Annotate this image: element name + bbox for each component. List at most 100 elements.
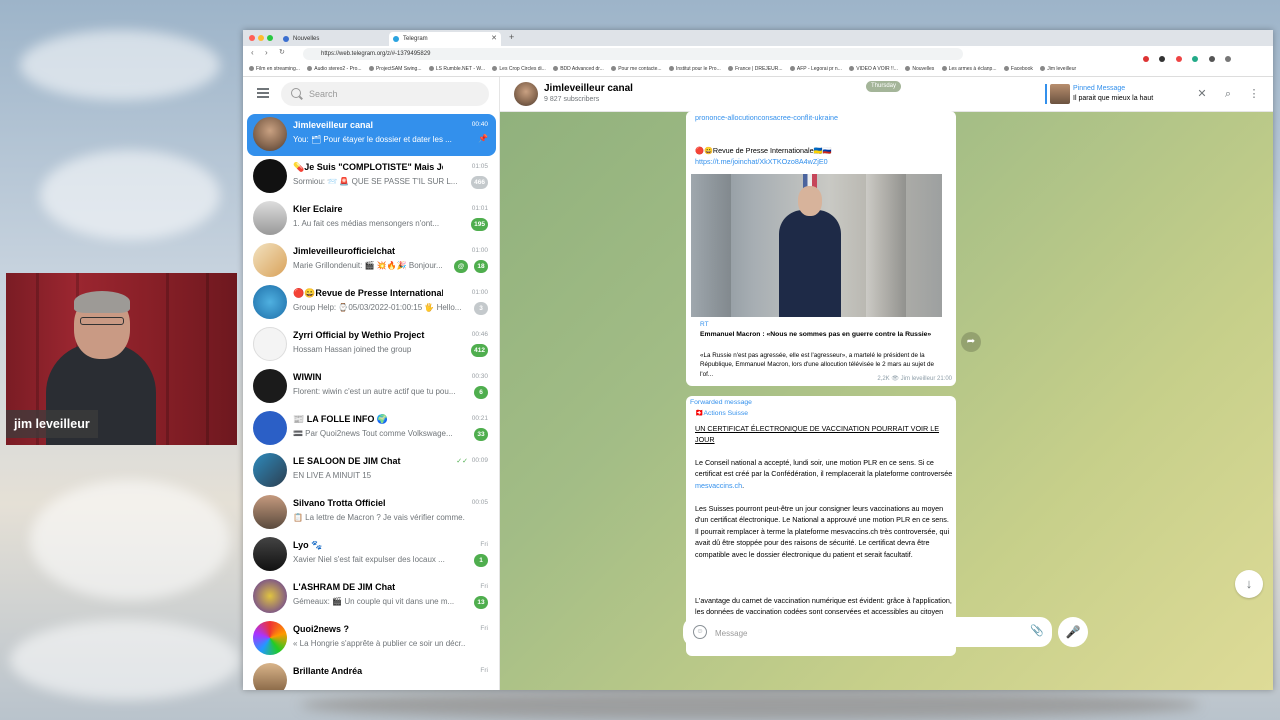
scroll-down-button[interactable]: ↓ <box>1235 570 1263 598</box>
preview-source: RT <box>700 321 709 328</box>
reload-icon[interactable]: ↻ <box>279 48 285 56</box>
chat-name: Zyrri Official by Wethio Project <box>293 330 425 340</box>
forward-icon[interactable]: › <box>265 48 268 57</box>
chat-name: L'ASHRAM DE JIM Chat <box>293 582 396 592</box>
chat-time: 01:05 <box>471 163 488 170</box>
bookmark-item[interactable]: Institut pour le Pro... <box>668 62 721 76</box>
bookmark-item[interactable]: Jim leveilleur <box>1040 62 1076 76</box>
unread-badge: 195 <box>471 218 488 231</box>
message-headline: UN CERTIFICAT ÉLECTRONIQUE DE VACCINATIO… <box>695 424 940 445</box>
message-input[interactable] <box>713 623 1007 643</box>
channel-avatar[interactable] <box>514 82 538 106</box>
message-bubble[interactable]: prononce-allocutionconsacree-conflit-ukr… <box>686 111 956 386</box>
new-tab-button[interactable]: + <box>509 32 514 42</box>
chat-item[interactable]: 🔴😀Revue de Presse Internationale... Grou… <box>247 282 496 324</box>
message-link[interactable]: https://t.me/joinchat/XkXTKOzo8A4wZjE0 <box>695 156 828 167</box>
chat-last-message: Sormiou: 📨 🚨 QUE SE PASSE T'IL SUR L... <box>293 177 458 186</box>
pinned-message-bar[interactable]: Pinned Message Il parait que mieux la ha… <box>1045 82 1195 106</box>
microphone-button[interactable]: 🎤 <box>1058 617 1088 647</box>
chat-item[interactable]: 💊Je Suis "COMPLOTISTE" Mais Je... Sormio… <box>247 156 496 198</box>
message-composer: ☺ 📎 <box>683 617 1052 647</box>
search-input[interactable]: Search <box>281 82 489 106</box>
chat-last-message: EN LIVE A MINUIT 15 <box>293 471 372 480</box>
bookmark-item[interactable]: France | DREJEUR... <box>728 62 783 76</box>
bookmark-item[interactable]: BDD Advanced dr... <box>553 62 604 76</box>
telegram-app: Search Jimleveilleur canal You: 🗂 Pour é… <box>243 77 1273 690</box>
forwarded-label: Forwarded message <box>690 399 752 406</box>
bookmark-item[interactable]: Facebook <box>1003 62 1033 76</box>
tab-favicon-icon <box>283 36 289 42</box>
chat-item-jimleveilleur-canal[interactable]: Jimleveilleur canal You: 🗂 Pour étayer l… <box>247 114 496 156</box>
bookmark-item[interactable]: Pour me contacte... <box>611 62 662 76</box>
unread-badge: 33 <box>474 428 488 441</box>
tab-telegram[interactable]: Telegram ✕ <box>389 32 501 46</box>
chat-time: 01:01 <box>471 205 488 212</box>
chat-time: Fri <box>480 583 488 590</box>
message-link[interactable]: prononce-allocutionconsacree-conflit-ukr… <box>695 112 838 123</box>
chat-time: 01:00 <box>471 289 488 296</box>
chat-item[interactable]: Zyrri Official by Wethio Project Hossam … <box>247 324 496 366</box>
bookmark-item[interactable]: Les Crop Circles di... <box>492 62 546 76</box>
chat-last-message: 1. Au fait ces médias mensongers n'ont..… <box>293 219 440 228</box>
chat-time: Fri <box>480 667 488 674</box>
message-paragraph: Les Suisses pourront peut-être un jour c… <box>695 504 950 559</box>
hamburger-menu-icon[interactable] <box>257 88 269 98</box>
avatar <box>253 243 287 277</box>
bookmark-item[interactable]: AFP - Legorai pr n... <box>789 62 842 76</box>
chat-item[interactable]: Jimleveilleurofficielchat Marie Grillond… <box>247 240 496 282</box>
extensions-icons[interactable] <box>1143 49 1263 62</box>
chat-item[interactable]: Quoi2news ? « La Hongrie s'apprête à pub… <box>247 618 496 660</box>
link-preview-image[interactable] <box>691 174 942 317</box>
minimize-window-icon[interactable] <box>258 35 264 41</box>
bookmark-item[interactable]: Les armes à éclanp... <box>941 62 997 76</box>
close-window-icon[interactable] <box>249 35 255 41</box>
back-icon[interactable]: ‹ <box>251 48 254 57</box>
chat-last-message: Xavier Niel s'est fait expulser des loca… <box>293 555 445 564</box>
chat-last-message: « La Hongrie s'apprête à publier ce soir… <box>293 639 465 648</box>
attach-icon[interactable]: 📎 <box>1030 624 1044 637</box>
chat-time: 01:00 <box>471 247 488 254</box>
chat-time: 00:05 <box>471 499 488 506</box>
chat-item[interactable]: 📰 LA FOLLE INFO 🌍 🟰 Par Quoi2news Tout c… <box>247 408 496 450</box>
chat-time: 00:30 <box>471 373 488 380</box>
avatar <box>253 159 287 193</box>
search-icon[interactable]: ⌕ <box>1221 87 1235 101</box>
close-pinned-icon[interactable]: ✕ <box>1195 87 1209 101</box>
forwarded-from[interactable]: 🇨🇭Actions Suisse <box>695 408 748 419</box>
more-options-icon[interactable]: ⋮ <box>1247 87 1261 101</box>
avatar <box>253 411 287 445</box>
pinned-title: Pinned Message <box>1073 85 1126 92</box>
pin-icon: 📌 <box>478 134 488 143</box>
unread-badge: 1 <box>474 554 488 567</box>
bookmark-item[interactable]: Audio stereo2 - Pro... <box>307 62 362 76</box>
tab-label: Telegram <box>403 36 428 42</box>
bookmark-item[interactable]: VIDEO A VOIR !!... <box>849 62 898 76</box>
unread-badge: 13 <box>474 596 488 609</box>
chat-item[interactable]: Lyo 🐾 Xavier Niel s'est fait expulser de… <box>247 534 496 576</box>
bookmark-item[interactable]: LS Rumble.NET - W... <box>428 62 485 76</box>
bookmark-item[interactable]: Film en streaming... <box>249 62 300 76</box>
chat-time: Fri <box>480 625 488 632</box>
address-field[interactable]: https://web.telegram.org/z/#-1379495829 <box>303 48 963 60</box>
tab-bar: Nouvelles Telegram ✕ + <box>243 30 1273 46</box>
chat-main-area: Jimleveilleur canal 9 827 subscribers Pi… <box>500 77 1273 690</box>
chat-item[interactable]: L'ASHRAM DE JIM Chat Gémeaux: 🎬 Un coupl… <box>247 576 496 618</box>
chat-item[interactable]: Silvano Trotta Officiel 📋 La lettre de M… <box>247 492 496 534</box>
emoji-icon[interactable]: ☺ <box>693 625 707 639</box>
chat-item[interactable]: Kler Eclaire 1. Au fait ces médias menso… <box>247 198 496 240</box>
bookmark-item[interactable]: Nouvelles <box>905 62 934 76</box>
message-meta: 2,2K 👁 Jim leveilleur 21:00 <box>877 376 952 382</box>
chat-item[interactable]: WIWIN Florent: wiwin c'est un autre acti… <box>247 366 496 408</box>
forward-icon[interactable]: ➦ <box>961 332 981 352</box>
avatar <box>253 369 287 403</box>
unread-badge: 466 <box>471 176 488 189</box>
avatar <box>253 201 287 235</box>
close-tab-icon[interactable]: ✕ <box>491 32 497 46</box>
bookmark-item[interactable]: ProjectSAM Swing... <box>368 62 422 76</box>
chat-name: 🔴😀Revue de Presse Internationale... <box>293 288 443 298</box>
tab-nouvelles[interactable]: Nouvelles <box>279 32 387 46</box>
chat-item[interactable]: Brillante Andréa Fri <box>247 660 496 690</box>
message-link[interactable]: mesvaccins.ch <box>695 481 742 490</box>
chat-item[interactable]: LE SALOON DE JIM Chat EN LIVE A MINUIT 1… <box>247 450 496 492</box>
maximize-window-icon[interactable] <box>267 35 273 41</box>
